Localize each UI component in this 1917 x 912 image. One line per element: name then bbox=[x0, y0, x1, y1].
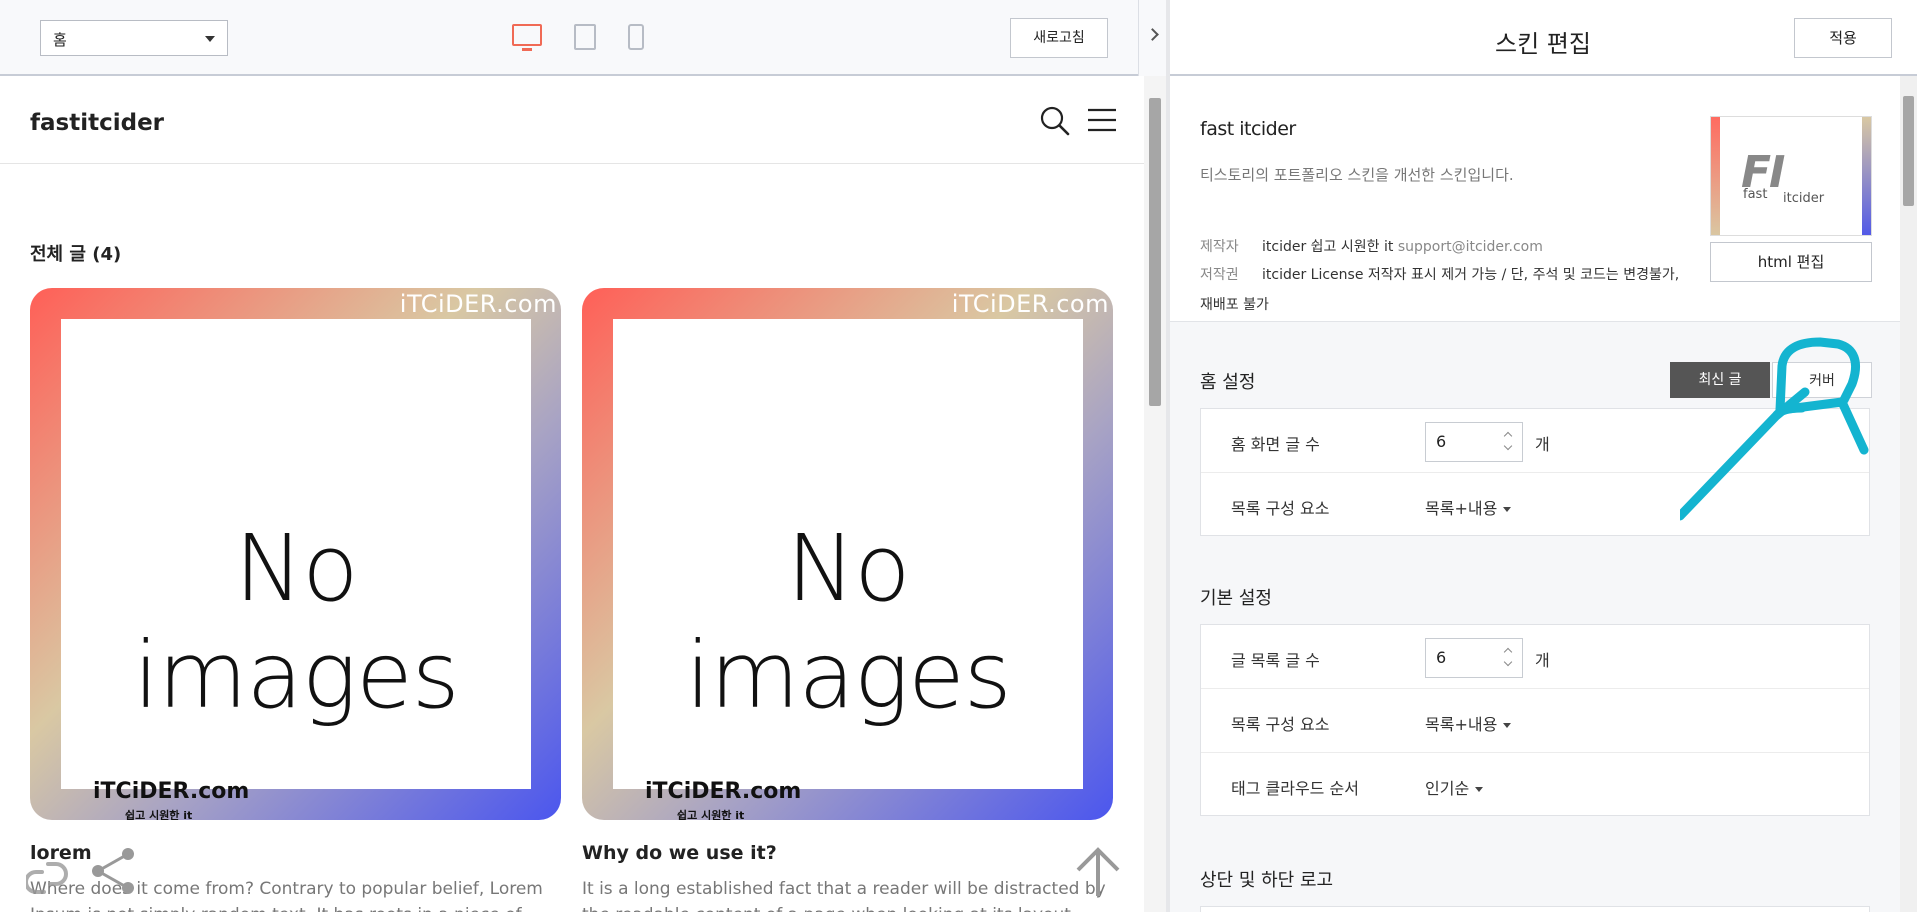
logo-section-title: 상단 및 하단 로고 bbox=[1200, 870, 1334, 891]
license-label: 저작권 bbox=[1200, 267, 1239, 283]
home-list-comp-label: 목록 구성 요소 bbox=[1231, 499, 1330, 518]
home-post-count-value: 6 bbox=[1436, 432, 1447, 451]
home-list-comp-dropdown[interactable]: 목록+내용 bbox=[1425, 495, 1512, 519]
tag-order-dropdown[interactable]: 인기순 bbox=[1425, 775, 1484, 799]
basic-list-comp-label: 목록 구성 요소 bbox=[1231, 715, 1330, 734]
image-placeholder: No images iTCiDER.com 쉽고 시원한 it bbox=[61, 319, 531, 820]
page-select[interactable]: 홈 bbox=[40, 20, 228, 56]
preview-pane: 홈 새로고침 fastitcider 전체 글 (4) iTCiDER.com bbox=[0, 0, 1168, 912]
list-count-input[interactable]: 6 bbox=[1425, 638, 1523, 678]
post-title[interactable]: Why do we use it? bbox=[582, 842, 777, 864]
blog-title[interactable]: fastitcider bbox=[30, 110, 164, 136]
desktop-icon[interactable] bbox=[512, 24, 542, 51]
logo-settings-box bbox=[1200, 906, 1870, 912]
post-thumbnail[interactable]: iTCiDER.com No images iTCiDER.com 쉽고 시원한… bbox=[30, 288, 561, 820]
home-settings-title: 홈 설정 bbox=[1200, 372, 1256, 393]
chevron-right-icon bbox=[1146, 28, 1159, 41]
setting-row: 글 목록 글 수 6 개 bbox=[1201, 625, 1869, 689]
maker-label: 제작자 bbox=[1200, 239, 1239, 255]
skin-thumbnail: FI fast itcider bbox=[1710, 116, 1872, 236]
thumbnail-logo-sub: 쉽고 시원한 it bbox=[125, 809, 193, 820]
page-select-value: 홈 bbox=[53, 31, 67, 49]
list-count-value: 6 bbox=[1436, 648, 1447, 667]
panel-scrollbar[interactable] bbox=[1900, 76, 1917, 912]
chevron-down-icon bbox=[205, 36, 215, 42]
annotation-arrow-icon bbox=[1680, 337, 1869, 521]
caret-down-icon bbox=[1503, 507, 1512, 512]
image-placeholder: No images iTCiDER.com 쉽고 시원한 it bbox=[613, 319, 1083, 820]
section-title: 전체 글 (4) bbox=[30, 244, 122, 265]
spinner-icon[interactable] bbox=[1502, 647, 1516, 669]
setting-row: 목록 구성 요소 목록+내용 bbox=[1201, 689, 1869, 753]
license-value: itcider License 저작자 표시 제거 가능 / 단, 주석 및 코… bbox=[1262, 267, 1680, 283]
no-images-text: No images bbox=[685, 515, 1011, 729]
thumbnail-gradient-right bbox=[1862, 117, 1871, 235]
thumbnail-logo: iTCiDER.com bbox=[93, 779, 250, 804]
hamburger-menu-icon[interactable] bbox=[1088, 108, 1116, 132]
refresh-button[interactable]: 새로고침 bbox=[1010, 18, 1108, 58]
search-icon[interactable] bbox=[1040, 106, 1070, 136]
no-images-text: No images bbox=[133, 515, 459, 729]
post-thumbnail[interactable]: iTCiDER.com No images iTCiDER.com 쉽고 시원한… bbox=[582, 288, 1113, 820]
maker-email: support@itcider.com bbox=[1397, 239, 1543, 255]
share-icon[interactable] bbox=[90, 846, 136, 896]
skin-name: fast itcider bbox=[1200, 118, 1296, 140]
caret-down-icon bbox=[1475, 787, 1484, 792]
thumbnail-fast: fast bbox=[1743, 187, 1768, 202]
collapse-panel-button[interactable] bbox=[1138, 0, 1168, 76]
thumbnail-gradient-left bbox=[1711, 117, 1720, 235]
spinner-icon[interactable] bbox=[1502, 431, 1516, 453]
html-edit-button[interactable]: html 편집 bbox=[1710, 242, 1872, 282]
tag-order-label: 태그 클라우드 순서 bbox=[1231, 779, 1359, 798]
link-icon[interactable] bbox=[26, 858, 80, 898]
tag-order-value: 인기순 bbox=[1425, 779, 1470, 798]
unit-label: 개 bbox=[1535, 435, 1550, 454]
basic-settings-title: 기본 설정 bbox=[1200, 588, 1272, 609]
basic-list-comp-value: 목록+내용 bbox=[1425, 715, 1498, 734]
mobile-icon[interactable] bbox=[628, 24, 644, 50]
tablet-icon[interactable] bbox=[574, 24, 596, 50]
scroll-top-icon[interactable] bbox=[1076, 846, 1120, 898]
blog-header: fastitcider bbox=[0, 76, 1144, 164]
license-value-cont: 재배포 불가 bbox=[1200, 297, 1269, 313]
thumbnail-itcider: itcider bbox=[1783, 191, 1825, 206]
watermark: iTCiDER.com bbox=[951, 290, 1109, 318]
scrollbar-thumb[interactable] bbox=[1149, 98, 1161, 406]
preview-toolbar: 홈 새로고침 bbox=[0, 0, 1148, 76]
home-post-count-input[interactable]: 6 bbox=[1425, 422, 1523, 462]
post-excerpt: It is a long established fact that a rea… bbox=[582, 879, 1106, 912]
caret-down-icon bbox=[1503, 723, 1512, 728]
maker-name: itcider 쉽고 시원한 it bbox=[1262, 239, 1394, 255]
preview-scrollbar[interactable] bbox=[1144, 76, 1166, 912]
thumbnail-logo: iTCiDER.com bbox=[645, 779, 802, 804]
skin-description: 티스토리의 포트폴리오 스킨을 개선한 스킨입니다. bbox=[1200, 166, 1514, 184]
unit-label: 개 bbox=[1535, 651, 1550, 670]
list-count-label: 글 목록 글 수 bbox=[1231, 651, 1320, 670]
apply-button[interactable]: 적용 bbox=[1794, 18, 1892, 58]
basic-list-comp-dropdown[interactable]: 목록+내용 bbox=[1425, 711, 1512, 735]
scrollbar-thumb[interactable] bbox=[1903, 96, 1914, 206]
skin-info: fast itcider 티스토리의 포트폴리오 스킨을 개선한 스킨입니다. … bbox=[1170, 76, 1900, 322]
setting-row: 태그 클라우드 순서 인기순 bbox=[1201, 753, 1869, 817]
basic-settings-box: 글 목록 글 수 6 개 목록 구성 요소 목록+내용 태그 클라우드 순서 인… bbox=[1200, 624, 1870, 816]
thumbnail-logo-sub: 쉽고 시원한 it bbox=[677, 809, 745, 820]
home-post-count-label: 홈 화면 글 수 bbox=[1231, 435, 1320, 454]
skin-editor: 홈 새로고침 fastitcider 전체 글 (4) iTCiDER.com bbox=[0, 0, 1917, 912]
panel-header: 스킨 편집 적용 bbox=[1170, 0, 1917, 76]
watermark: iTCiDER.com bbox=[399, 290, 557, 318]
home-list-comp-value: 목록+내용 bbox=[1425, 499, 1498, 518]
maker-value: itcider 쉽고 시원한 it support@itcider.com bbox=[1262, 236, 1543, 256]
